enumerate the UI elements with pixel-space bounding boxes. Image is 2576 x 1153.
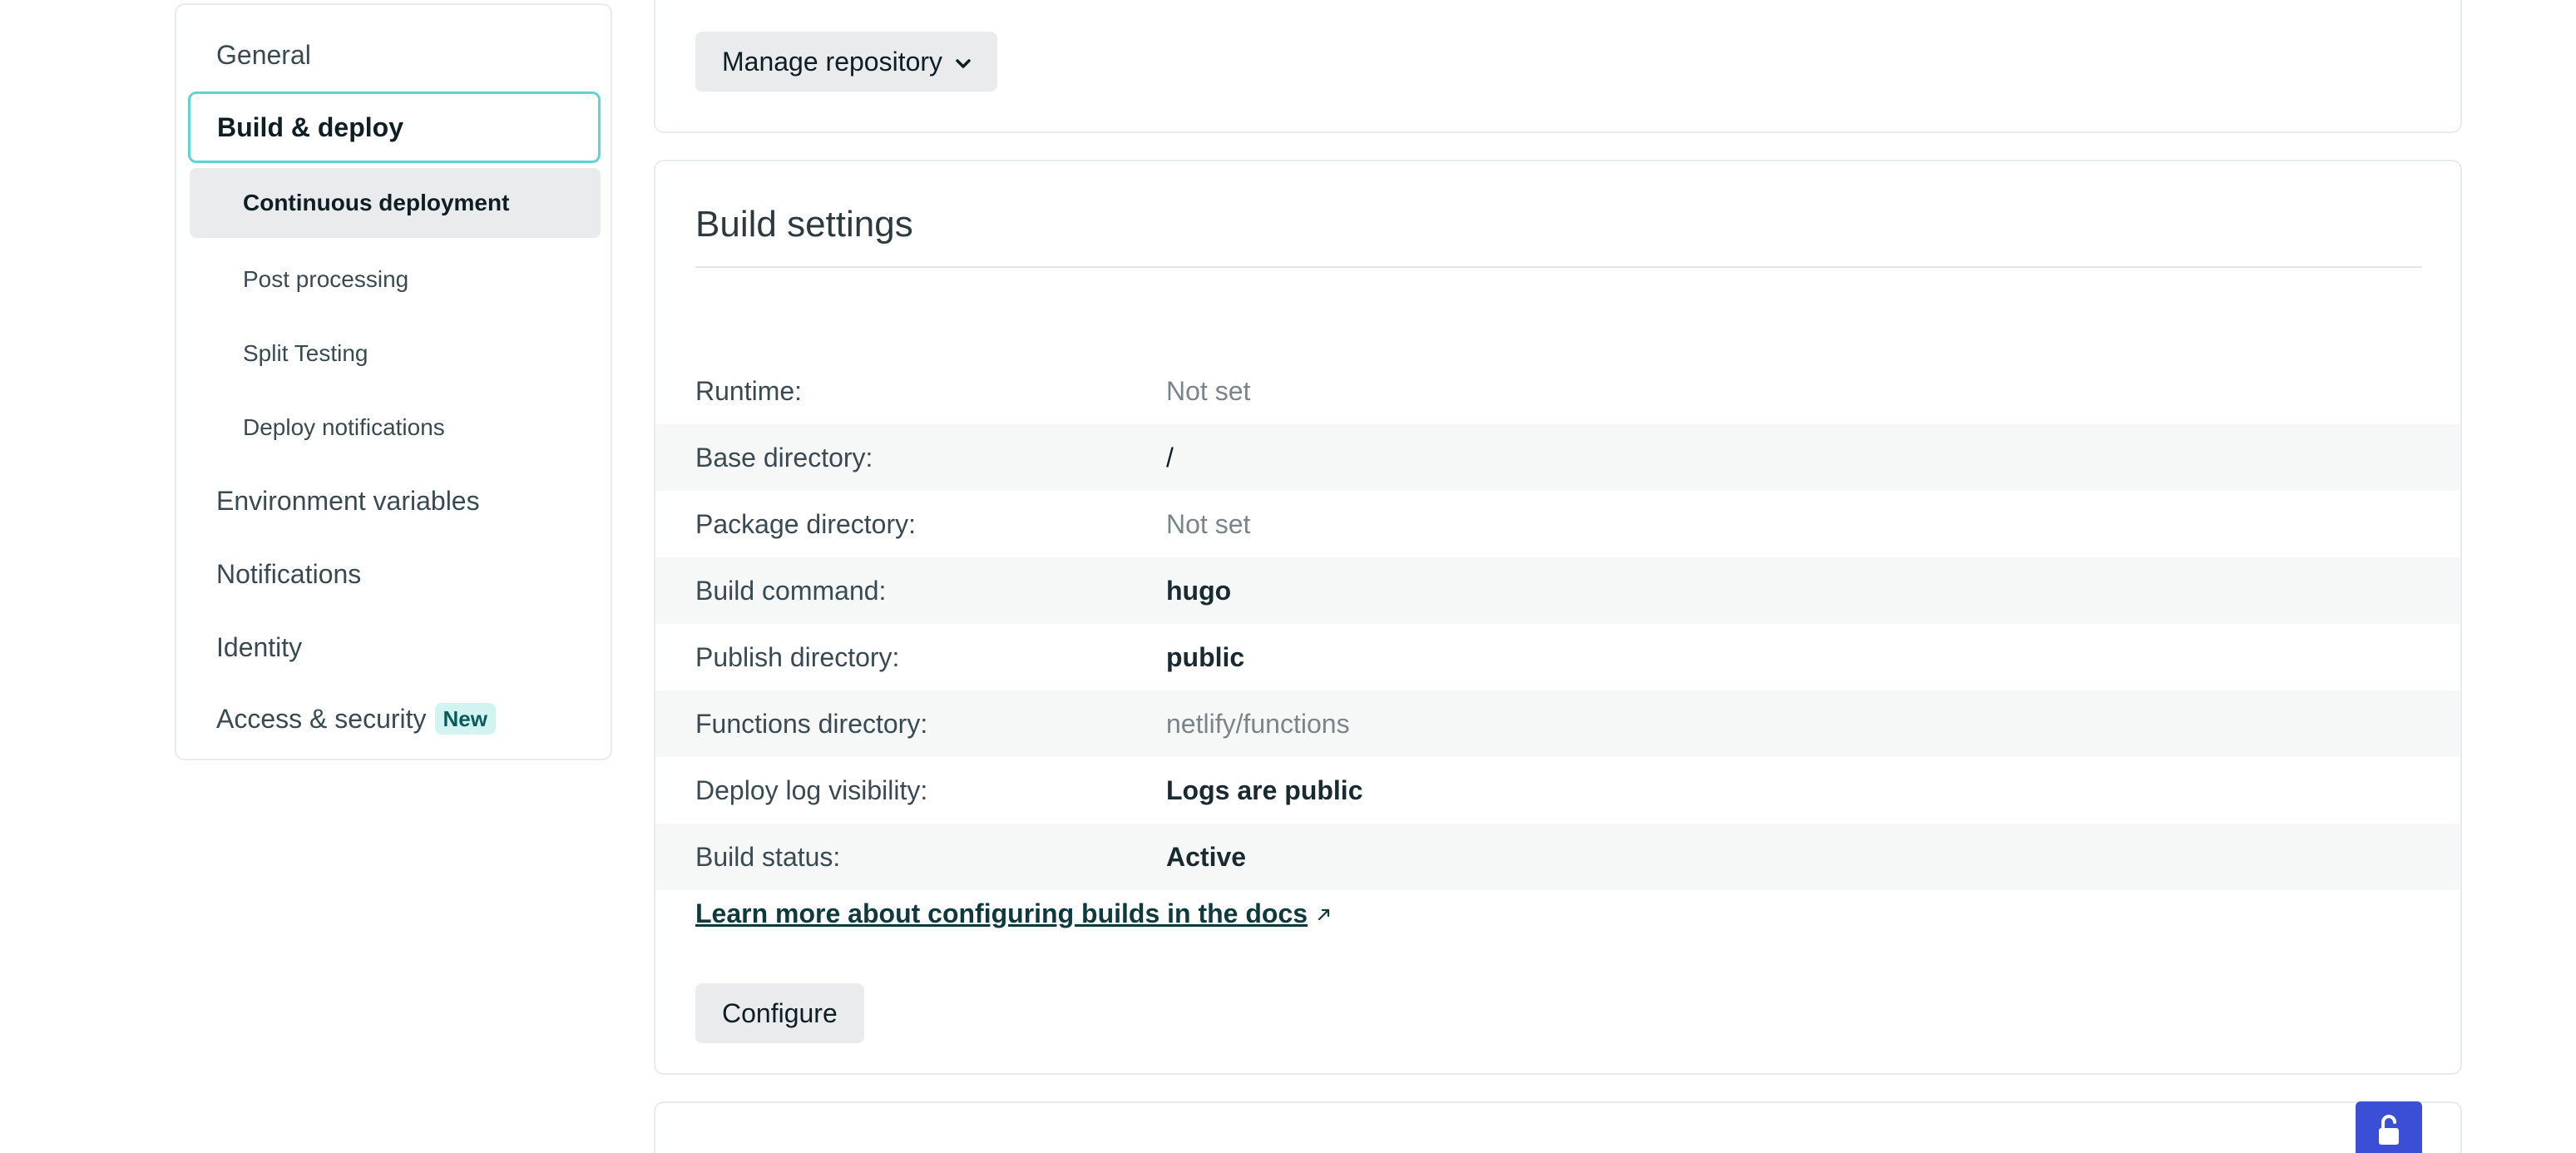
new-badge: New xyxy=(434,703,496,735)
setting-row-build-status: Build status: Active xyxy=(655,824,2460,890)
sidebar-item-label: Build & deploy xyxy=(217,112,403,142)
setting-label: Deploy log visibility: xyxy=(695,775,928,805)
configure-button[interactable]: Configure xyxy=(695,983,864,1043)
sidebar-item-general[interactable]: General xyxy=(216,38,311,72)
setting-value: Not set xyxy=(1166,376,1251,406)
setting-value: netlify/functions xyxy=(1166,709,1350,739)
sidebar-item-build-deploy[interactable]: Build & deploy xyxy=(188,92,601,163)
sidebar-subitem-deploy-notifications[interactable]: Deploy notifications xyxy=(243,411,445,444)
sidebar-item-label: Access & security xyxy=(216,704,427,734)
sidebar-item-access-security[interactable]: Access & security New xyxy=(216,702,496,735)
sidebar-subitem-continuous-deployment[interactable]: Continuous deployment xyxy=(190,168,601,238)
setting-value: hugo xyxy=(1166,576,1232,606)
sidebar-subitem-post-processing[interactable]: Post processing xyxy=(243,263,408,296)
docs-link-label: Learn more about configuring builds in t… xyxy=(695,898,1308,928)
sidebar-item-identity[interactable]: Identity xyxy=(216,631,302,664)
page: General Build & deploy Continuous deploy… xyxy=(0,0,2576,1153)
setting-row-runtime: Runtime: Not set xyxy=(655,358,2460,424)
setting-row-base-directory: Base directory: / xyxy=(655,424,2460,491)
lock-button[interactable] xyxy=(2356,1101,2422,1153)
sidebar-item-label: Environment variables xyxy=(216,486,480,516)
setting-label: Base directory: xyxy=(695,443,873,473)
sidebar-subitem-label: Continuous deployment xyxy=(243,190,510,215)
lock-icon xyxy=(2377,1113,2400,1151)
sidebar-subitem-label: Split Testing xyxy=(243,340,368,366)
sidebar-item-label: General xyxy=(216,40,311,70)
manage-repository-button[interactable]: Manage repository xyxy=(695,32,998,93)
setting-value: public xyxy=(1166,642,1245,672)
setting-label: Functions directory: xyxy=(695,709,928,739)
setting-value: Logs are public xyxy=(1166,775,1363,805)
setting-label: Publish directory: xyxy=(695,642,900,672)
repository-card: Manage repository xyxy=(654,0,2462,133)
setting-label: Build status: xyxy=(695,842,841,872)
setting-value: Not set xyxy=(1166,509,1251,539)
settings-sidebar: General Build & deploy Continuous deploy… xyxy=(175,3,612,760)
setting-label: Package directory: xyxy=(695,509,917,539)
setting-row-publish-directory: Publish directory: public xyxy=(655,624,2460,690)
sidebar-item-environment-variables[interactable]: Environment variables xyxy=(216,484,480,517)
manage-repository-label: Manage repository xyxy=(722,47,943,77)
setting-row-build-command: Build command: hugo xyxy=(655,557,2460,624)
setting-row-deploy-log-visibility: Deploy log visibility: Logs are public xyxy=(655,757,2460,824)
build-settings-card: Build settings Runtime: Not set Base dir… xyxy=(654,160,2462,1075)
setting-row-functions-directory: Functions directory: netlify/functions xyxy=(655,690,2460,757)
divider xyxy=(695,266,2422,268)
next-settings-card xyxy=(654,1101,2462,1153)
setting-value: / xyxy=(1166,443,1174,473)
sidebar-subitem-label: Deploy notifications xyxy=(243,414,445,440)
external-link-icon xyxy=(1316,898,1332,932)
sidebar-item-notifications[interactable]: Notifications xyxy=(216,557,361,591)
configure-label: Configure xyxy=(722,998,838,1028)
sidebar-subitem-split-testing[interactable]: Split Testing xyxy=(243,337,368,370)
docs-link[interactable]: Learn more about configuring builds in t… xyxy=(695,897,1332,932)
build-settings-title: Build settings xyxy=(695,204,913,245)
setting-label: Build command: xyxy=(695,576,887,606)
setting-value: Active xyxy=(1166,842,1247,872)
sidebar-item-label: Identity xyxy=(216,632,303,662)
sidebar-subitem-label: Post processing xyxy=(243,266,409,292)
setting-row-package-directory: Package directory: Not set xyxy=(655,491,2460,557)
sidebar-item-label: Notifications xyxy=(216,559,362,589)
setting-label: Runtime: xyxy=(695,376,803,406)
chevron-down-icon xyxy=(956,33,971,93)
build-settings-list: Runtime: Not set Base directory: / Packa… xyxy=(655,358,2460,890)
